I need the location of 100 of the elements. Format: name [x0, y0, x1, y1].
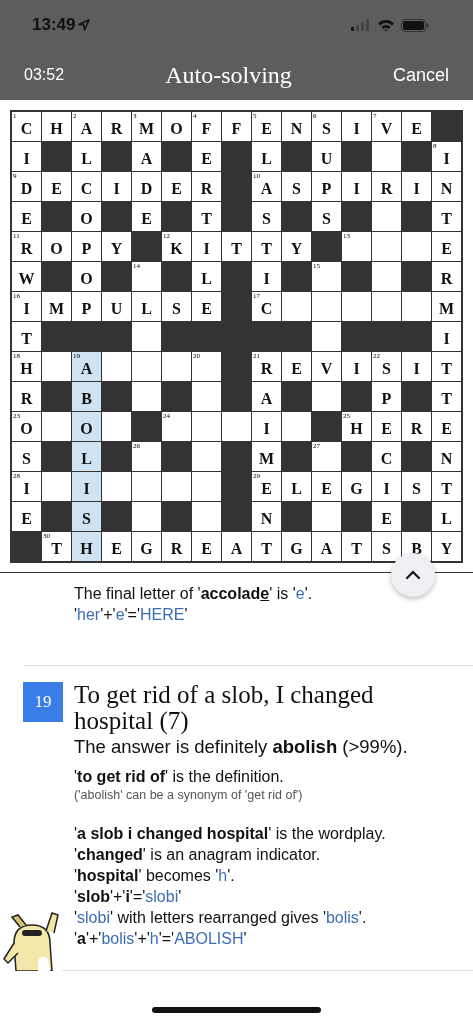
grid-cell[interactable]: R	[432, 262, 461, 291]
grid-cell[interactable]	[102, 412, 131, 441]
grid-cell[interactable]: S	[12, 442, 41, 471]
grid-cell[interactable]: C	[72, 172, 101, 201]
grid-cell[interactable]: T	[432, 382, 461, 411]
grid-cell[interactable]: R	[102, 112, 131, 141]
grid-cell[interactable]	[372, 202, 401, 231]
grid-cell[interactable]	[402, 232, 431, 261]
grid-cell[interactable]	[192, 442, 221, 471]
grid-cell[interactable]: I	[342, 352, 371, 381]
grid-cell[interactable]: R	[192, 172, 221, 201]
grid-cell[interactable]: M	[252, 442, 281, 471]
grid-cell[interactable]: T	[432, 352, 461, 381]
cancel-button[interactable]: Cancel	[392, 62, 449, 88]
grid-cell[interactable]	[162, 352, 191, 381]
grid-cell[interactable]: R	[402, 412, 431, 441]
grid-cell[interactable]: Y	[432, 532, 461, 561]
grid-cell[interactable]: I	[252, 412, 281, 441]
grid-cell[interactable]: R	[372, 172, 401, 201]
grid-cell[interactable]	[132, 472, 161, 501]
grid-cell[interactable]	[282, 292, 311, 321]
grid-cell[interactable]: N	[282, 112, 311, 141]
grid-cell[interactable]: O	[72, 412, 101, 441]
grid-cell[interactable]: R	[12, 382, 41, 411]
grid-cell[interactable]: E	[192, 142, 221, 171]
grid-cell[interactable]: Y	[282, 232, 311, 261]
grid-cell[interactable]: S	[252, 202, 281, 231]
grid-cell[interactable]	[132, 352, 161, 381]
grid-cell[interactable]: N	[252, 502, 281, 531]
grid-cell[interactable]: H	[72, 532, 101, 561]
grid-cell[interactable]	[192, 502, 221, 531]
grid-cell[interactable]: T	[192, 202, 221, 231]
grid-cell[interactable]	[192, 412, 221, 441]
grid-cell[interactable]: A	[222, 532, 251, 561]
grid-cell[interactable]: E	[12, 202, 41, 231]
grid-cell[interactable]: I	[372, 472, 401, 501]
grid-cell[interactable]: E	[132, 202, 161, 231]
grid-cell[interactable]: S	[282, 172, 311, 201]
grid-cell[interactable]: E	[432, 412, 461, 441]
grid-cell[interactable]: I	[402, 352, 431, 381]
grid-cell[interactable]	[342, 292, 371, 321]
scroll-up-button[interactable]	[391, 553, 435, 597]
grid-cell[interactable]: M	[42, 292, 71, 321]
grid-cell[interactable]: T	[12, 322, 41, 351]
grid-cell[interactable]: E	[432, 232, 461, 261]
grid-cell[interactable]: T	[342, 532, 371, 561]
grid-cell[interactable]: M	[432, 292, 461, 321]
grid-cell[interactable]	[162, 472, 191, 501]
grid-cell[interactable]: I	[12, 142, 41, 171]
grid-cell[interactable]	[132, 382, 161, 411]
grid-cell[interactable]: Y	[102, 232, 131, 261]
grid-cell[interactable]: L	[252, 142, 281, 171]
grid-cell[interactable]: A	[312, 532, 341, 561]
grid-cell[interactable]	[312, 322, 341, 351]
grid-cell[interactable]: O	[72, 262, 101, 291]
grid-cell[interactable]: E	[12, 502, 41, 531]
grid-cell[interactable]	[282, 412, 311, 441]
grid-cell[interactable]: I	[72, 472, 101, 501]
grid-cell[interactable]: U	[312, 142, 341, 171]
grid-cell[interactable]: T	[432, 472, 461, 501]
grid-cell[interactable]: V	[312, 352, 341, 381]
grid-cell[interactable]: P	[312, 172, 341, 201]
grid-cell[interactable]: N	[432, 442, 461, 471]
grid-cell[interactable]: T	[252, 532, 281, 561]
grid-cell[interactable]	[372, 262, 401, 291]
grid-cell[interactable]: E	[282, 352, 311, 381]
grid-cell[interactable]	[42, 352, 71, 381]
grid-cell[interactable]: G	[342, 472, 371, 501]
grid-cell[interactable]	[222, 412, 251, 441]
grid-cell[interactable]: E	[312, 472, 341, 501]
grid-cell[interactable]: P	[72, 292, 101, 321]
grid-cell[interactable]: G	[282, 532, 311, 561]
grid-cell[interactable]: L	[132, 292, 161, 321]
grid-cell[interactable]	[102, 472, 131, 501]
grid-cell[interactable]: A	[132, 142, 161, 171]
grid-cell[interactable]: D	[132, 172, 161, 201]
grid-cell[interactable]: S	[402, 472, 431, 501]
grid-cell[interactable]: S	[312, 202, 341, 231]
grid-cell[interactable]: P	[372, 382, 401, 411]
grid-cell[interactable]: H	[42, 112, 71, 141]
grid-cell[interactable]: I	[432, 322, 461, 351]
grid-cell[interactable]: I	[342, 112, 371, 141]
grid-cell[interactable]: O	[72, 202, 101, 231]
grid-cell[interactable]: S	[372, 532, 401, 561]
grid-cell[interactable]: O	[162, 112, 191, 141]
grid-cell[interactable]	[312, 382, 341, 411]
grid-cell[interactable]: E	[372, 502, 401, 531]
grid-cell[interactable]: O	[42, 232, 71, 261]
grid-cell[interactable]	[192, 472, 221, 501]
grid-cell[interactable]: C	[372, 442, 401, 471]
grid-cell[interactable]	[132, 502, 161, 531]
grid-cell[interactable]: F	[222, 112, 251, 141]
grid-cell[interactable]: S	[72, 502, 101, 531]
grid-cell[interactable]: I	[402, 172, 431, 201]
grid-cell[interactable]: T	[252, 232, 281, 261]
grid-cell[interactable]: I	[342, 172, 371, 201]
grid-cell[interactable]	[42, 412, 71, 441]
grid-cell[interactable]	[102, 352, 131, 381]
grid-cell[interactable]: W	[12, 262, 41, 291]
grid-cell[interactable]: I	[192, 232, 221, 261]
